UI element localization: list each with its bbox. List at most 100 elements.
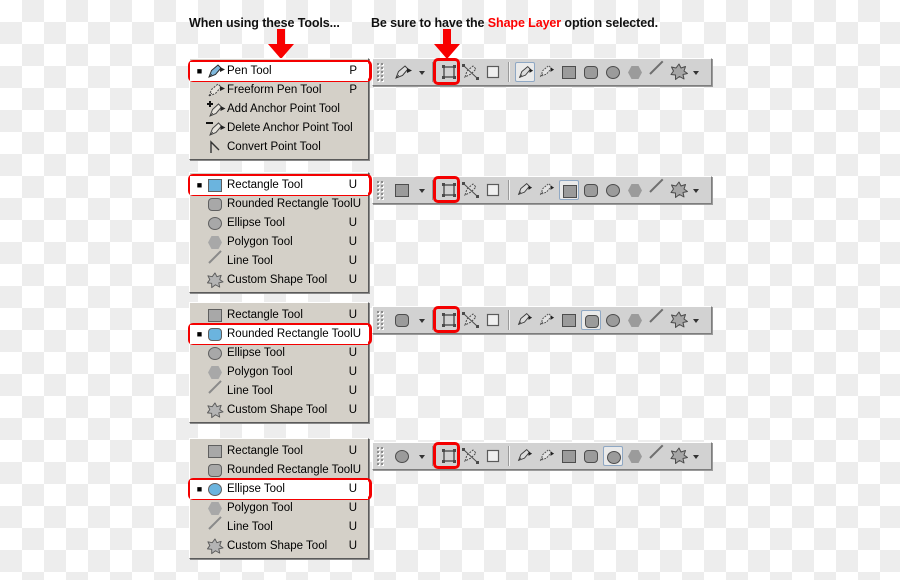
rounded-rectangle-shape-button[interactable] bbox=[581, 180, 601, 200]
paths-mode-button[interactable] bbox=[461, 310, 481, 330]
line-shape-button[interactable] bbox=[647, 180, 667, 200]
drag-gripper-icon[interactable] bbox=[376, 310, 385, 330]
flyout-item-ellipse-tool[interactable]: Ellipse Tool U bbox=[190, 344, 368, 363]
flyout-item-shortcut: U bbox=[352, 463, 362, 476]
flyout-item-rectangle-tool[interactable]: Rectangle Tool U bbox=[190, 306, 368, 325]
freeform-pen-tool-button[interactable] bbox=[537, 446, 557, 466]
rectangle-shape-icon bbox=[205, 443, 227, 460]
flyout-item-line-tool[interactable]: Line Tool U bbox=[190, 518, 368, 537]
line-shape-button[interactable] bbox=[647, 62, 667, 82]
paths-mode-button[interactable] bbox=[461, 62, 481, 82]
flyout-item-rectangle-tool[interactable]: Rectangle Tool U bbox=[190, 176, 368, 195]
fill-pixels-mode-button[interactable] bbox=[483, 180, 503, 200]
paths-mode-button[interactable] bbox=[461, 446, 481, 466]
fill-pixels-mode-button[interactable] bbox=[483, 62, 503, 82]
pen-tool-flyout-menu[interactable]: Pen Tool P Freeform Pen Tool P Add Ancho… bbox=[188, 58, 372, 160]
shape-layer-mode-button[interactable] bbox=[439, 180, 459, 200]
flyout-item-custom-shape-tool[interactable]: Custom Shape Tool U bbox=[190, 401, 368, 420]
rectangle-shape-icon bbox=[205, 177, 227, 194]
pen-tool-button[interactable] bbox=[515, 446, 535, 466]
shape-layer-mode-button[interactable] bbox=[439, 446, 459, 466]
fill-pixels-mode-button[interactable] bbox=[483, 310, 503, 330]
line-shape-button[interactable] bbox=[647, 446, 667, 466]
chevron-down-icon[interactable] bbox=[416, 310, 428, 330]
custom-shape-button[interactable] bbox=[669, 62, 689, 82]
flyout-item-polygon-tool[interactable]: Polygon Tool U bbox=[190, 499, 368, 518]
fill-pixels-mode-button[interactable] bbox=[483, 446, 503, 466]
rectangle-shape-button[interactable] bbox=[559, 62, 579, 82]
ellipse-shape-button[interactable] bbox=[603, 446, 623, 466]
ellipse-shape-icon bbox=[606, 314, 620, 327]
chevron-down-icon[interactable] bbox=[690, 62, 702, 82]
ellipse-shape-button[interactable] bbox=[603, 180, 623, 200]
chevron-down-icon[interactable] bbox=[690, 180, 702, 200]
flyout-item-convert-point-tool[interactable]: Convert Point Tool bbox=[190, 138, 368, 157]
freeform-pen-tool-button[interactable] bbox=[537, 180, 557, 200]
polygon-shape-icon bbox=[205, 364, 227, 381]
custom-shape-button[interactable] bbox=[669, 446, 689, 466]
rounded-rectangle-shape-button[interactable] bbox=[581, 310, 601, 330]
options-bar-rounded-rectangle[interactable] bbox=[372, 306, 712, 334]
flyout-item-line-tool[interactable]: Line Tool U bbox=[190, 382, 368, 401]
options-bar-ellipse[interactable] bbox=[372, 442, 712, 470]
drag-gripper-icon[interactable] bbox=[376, 62, 385, 82]
flyout-item-ellipse-tool[interactable]: Ellipse Tool U bbox=[190, 480, 368, 499]
polygon-shape-button[interactable] bbox=[625, 180, 645, 200]
flyout-item-add-anchor-point-tool[interactable]: Add Anchor Point Tool bbox=[190, 100, 368, 119]
freeform-pen-tool-button[interactable] bbox=[537, 310, 557, 330]
flyout-item-custom-shape-tool[interactable]: Custom Shape Tool U bbox=[190, 271, 368, 290]
flyout-item-polygon-tool[interactable]: Polygon Tool U bbox=[190, 363, 368, 382]
polygon-shape-button[interactable] bbox=[625, 62, 645, 82]
line-shape-icon bbox=[650, 314, 664, 327]
rectangle-shape-button[interactable] bbox=[559, 180, 579, 200]
flyout-item-line-tool[interactable]: Line Tool U bbox=[190, 252, 368, 271]
chevron-down-icon[interactable] bbox=[416, 62, 428, 82]
flyout-item-delete-anchor-point-tool[interactable]: Delete Anchor Point Tool bbox=[190, 119, 368, 138]
chevron-down-icon[interactable] bbox=[690, 310, 702, 330]
current-tool-preview-rounded-rectangle[interactable] bbox=[390, 310, 416, 330]
freeform-pen-tool-button[interactable] bbox=[537, 62, 557, 82]
current-tool-preview-pen[interactable] bbox=[390, 62, 416, 82]
polygon-shape-button[interactable] bbox=[625, 310, 645, 330]
flyout-item-freeform-pen-tool[interactable]: Freeform Pen Tool P bbox=[190, 81, 368, 100]
current-tool-preview-rectangle[interactable] bbox=[390, 180, 416, 200]
options-bar-pen[interactable] bbox=[372, 58, 712, 86]
rounded-rectangle-tool-flyout-menu[interactable]: Rectangle Tool U Rounded Rectangle Tool … bbox=[188, 302, 372, 423]
pen-tool-button[interactable] bbox=[515, 62, 535, 82]
line-shape-button[interactable] bbox=[647, 310, 667, 330]
chevron-down-icon[interactable] bbox=[416, 180, 428, 200]
custom-shape-button[interactable] bbox=[669, 180, 689, 200]
drag-gripper-icon[interactable] bbox=[376, 180, 385, 200]
separator bbox=[508, 62, 510, 82]
ellipse-shape-button[interactable] bbox=[603, 62, 623, 82]
flyout-item-rounded-rectangle-tool[interactable]: Rounded Rectangle Tool U bbox=[190, 325, 368, 344]
polygon-shape-button[interactable] bbox=[625, 446, 645, 466]
flyout-item-rounded-rectangle-tool[interactable]: Rounded Rectangle Tool U bbox=[190, 195, 368, 214]
rounded-rectangle-shape-button[interactable] bbox=[581, 446, 601, 466]
flyout-item-pen-tool[interactable]: Pen Tool P bbox=[190, 62, 368, 81]
custom-shape-button[interactable] bbox=[669, 310, 689, 330]
flyout-item-rectangle-tool[interactable]: Rectangle Tool U bbox=[190, 442, 368, 461]
flyout-item-custom-shape-tool[interactable]: Custom Shape Tool U bbox=[190, 537, 368, 556]
ellipse-shape-button[interactable] bbox=[603, 310, 623, 330]
flyout-item-polygon-tool[interactable]: Polygon Tool U bbox=[190, 233, 368, 252]
flyout-item-shortcut: U bbox=[348, 346, 357, 359]
options-bar-rectangle[interactable] bbox=[372, 176, 712, 204]
chevron-down-icon[interactable] bbox=[690, 446, 702, 466]
flyout-item-shortcut: U bbox=[348, 444, 357, 457]
shape-layer-mode-button[interactable] bbox=[439, 310, 459, 330]
current-tool-preview-ellipse[interactable] bbox=[390, 446, 416, 466]
drag-gripper-icon[interactable] bbox=[376, 446, 385, 466]
flyout-item-ellipse-tool[interactable]: Ellipse Tool U bbox=[190, 214, 368, 233]
ellipse-tool-flyout-menu[interactable]: Rectangle Tool U Rounded Rectangle Tool … bbox=[188, 438, 372, 559]
flyout-item-rounded-rectangle-tool[interactable]: Rounded Rectangle Tool U bbox=[190, 461, 368, 480]
shape-layer-mode-button[interactable] bbox=[439, 62, 459, 82]
rectangle-tool-flyout-menu[interactable]: Rectangle Tool U Rounded Rectangle Tool … bbox=[188, 172, 372, 293]
pen-tool-button[interactable] bbox=[515, 310, 535, 330]
pen-tool-button[interactable] bbox=[515, 180, 535, 200]
chevron-down-icon[interactable] bbox=[416, 446, 428, 466]
rectangle-shape-button[interactable] bbox=[559, 446, 579, 466]
rounded-rectangle-shape-button[interactable] bbox=[581, 62, 601, 82]
paths-mode-button[interactable] bbox=[461, 180, 481, 200]
rectangle-shape-button[interactable] bbox=[559, 310, 579, 330]
